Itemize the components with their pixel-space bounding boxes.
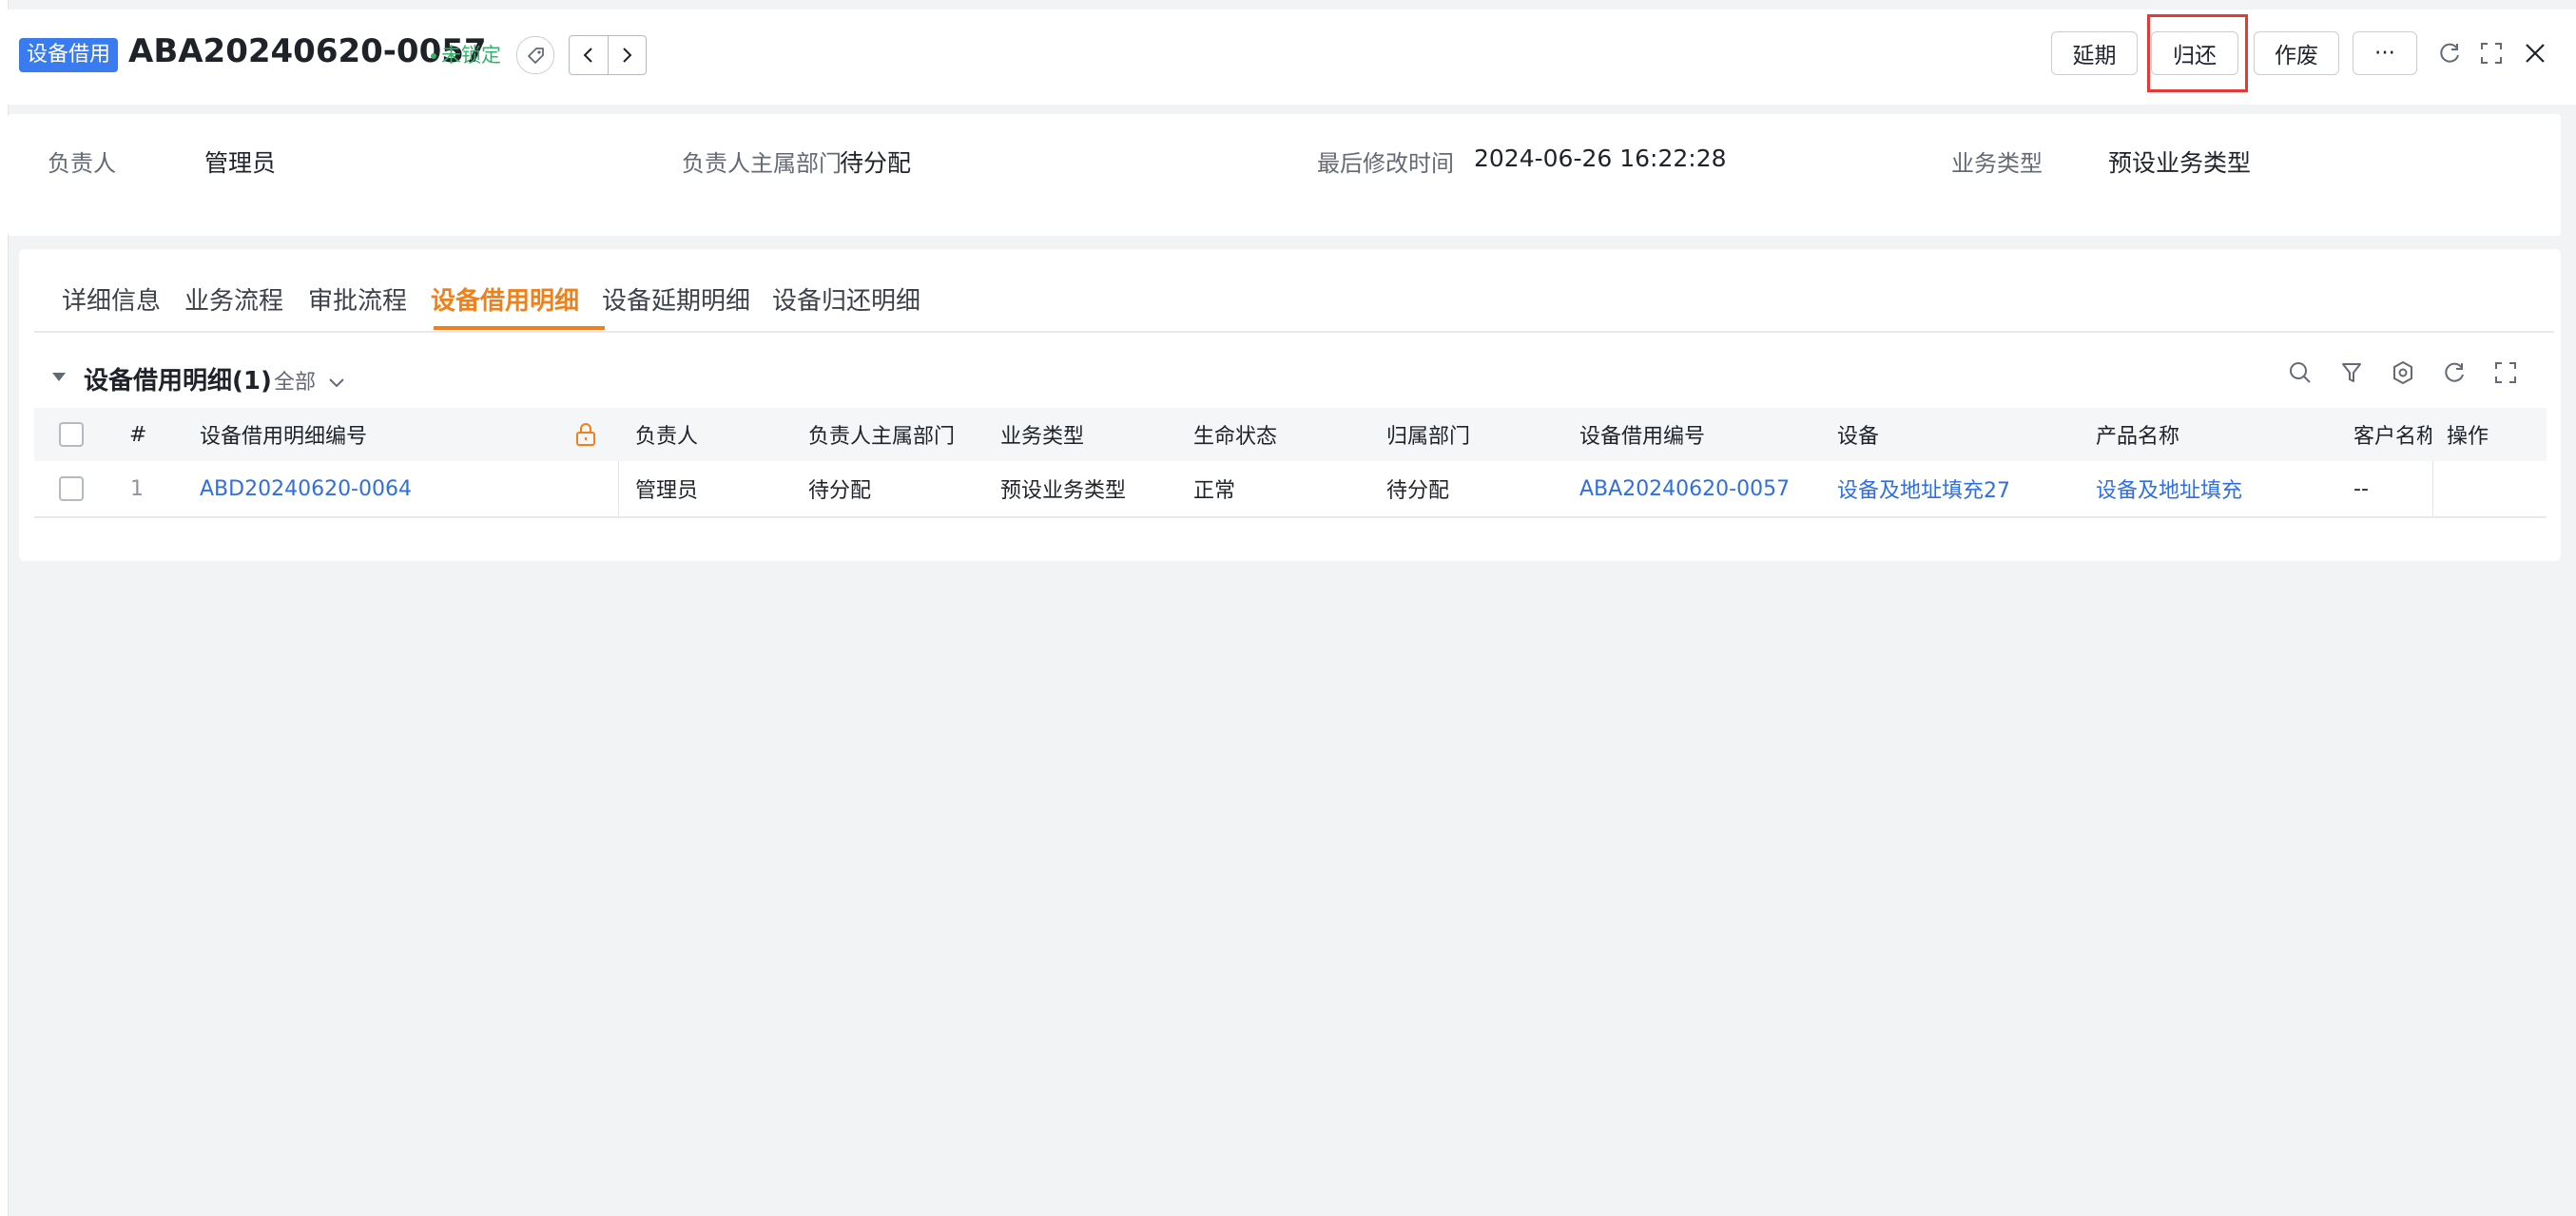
status-dot	[431, 53, 436, 59]
tag-icon	[528, 48, 544, 64]
section-title: 设备借用明细(1)	[84, 367, 272, 396]
col-dept[interactable]: 归属部门	[1386, 408, 1470, 461]
filter-icon[interactable]	[2338, 359, 2365, 386]
modified-time-label: 最后修改时间	[1317, 150, 1454, 177]
device-link[interactable]: 设备及地址填充27	[1837, 461, 2010, 516]
void-button[interactable]: 作废	[2254, 31, 2339, 75]
settings-icon[interactable]	[2390, 359, 2416, 386]
col-device[interactable]: 设备	[1837, 408, 1879, 461]
row-life-status: 正常	[1193, 479, 1236, 503]
tab-extension-details[interactable]: 设备延期明细	[602, 281, 750, 317]
col-detail-no[interactable]: 设备借用明细编号	[200, 408, 367, 461]
row-owner: 管理员	[635, 479, 699, 503]
col-index: #	[129, 422, 147, 447]
tab-return-details[interactable]: 设备归还明细	[772, 281, 920, 317]
row-customer: --	[2353, 476, 2369, 501]
fullscreen-icon[interactable]	[2478, 40, 2505, 67]
col-life-status[interactable]: 生命状态	[1193, 408, 1277, 461]
col-action: 操作	[2447, 425, 2489, 449]
tab-borrow-details[interactable]: 设备借用明细	[431, 281, 579, 317]
expand-icon[interactable]	[2492, 359, 2519, 386]
borrow-no-link[interactable]: ABA20240620-0057	[1579, 461, 1790, 516]
extend-button[interactable]: 延期	[2051, 31, 2138, 75]
frozen-column-divider	[618, 461, 619, 516]
biz-type-value: 预设业务类型	[2108, 149, 2252, 177]
chevron-right-icon	[623, 48, 632, 63]
prev-record-button[interactable]	[570, 36, 608, 74]
detail-panel: 详细信息 业务流程 审批流程 设备借用明细 设备延期明细 设备归还明细 设备借用…	[19, 249, 2561, 561]
tag-button[interactable]	[516, 36, 554, 74]
row-checkbox[interactable]	[59, 461, 84, 516]
select-all-checkbox[interactable]	[59, 408, 84, 461]
row-index: 1	[130, 476, 144, 501]
reload-icon[interactable]	[2441, 359, 2468, 386]
owner-dept-value: 待分配	[840, 149, 912, 177]
scope-filter-label: 全部	[274, 371, 317, 395]
owner-label: 负责人	[48, 150, 116, 177]
next-record-button[interactable]	[607, 36, 647, 74]
lock-status: 未锁定	[431, 40, 501, 68]
tab-details[interactable]: 详细信息	[62, 281, 161, 317]
refresh-icon[interactable]	[2436, 40, 2463, 67]
owner-value: 管理员	[204, 149, 277, 177]
col-biz-type[interactable]: 业务类型	[1000, 408, 1084, 461]
action-column-divider	[2432, 461, 2433, 516]
product-link[interactable]: 设备及地址填充	[2096, 461, 2242, 516]
tab-approval-flow[interactable]: 审批流程	[308, 281, 407, 317]
row-dept: 待分配	[1386, 479, 1450, 503]
more-actions-button[interactable]: ···	[2353, 31, 2417, 75]
detail-no-link[interactable]: ABD20240620-0064	[200, 461, 412, 516]
biz-type-label: 业务类型	[1951, 150, 2043, 177]
chevron-down-icon	[329, 378, 344, 388]
tab-business-flow[interactable]: 业务流程	[184, 281, 283, 317]
col-owner-dept[interactable]: 负责人主属部门	[808, 408, 955, 461]
row-owner-dept: 待分配	[808, 479, 872, 503]
scope-filter-dropdown[interactable]: 全部	[274, 365, 345, 396]
record-nav	[569, 35, 647, 75]
lock-status-label: 未锁定	[441, 44, 501, 67]
table-header: # 设备借用明细编号 负责人 负责人主属部门 业务类型 生命状态 归属部门 设备…	[34, 408, 2547, 461]
return-button-highlight	[2147, 14, 2248, 92]
row-biz-type: 预设业务类型	[1000, 479, 1127, 503]
col-borrow-no[interactable]: 设备借用编号	[1579, 408, 1705, 461]
lock-icon	[574, 408, 597, 461]
object-type-badge: 设备借用	[19, 38, 119, 72]
col-product[interactable]: 产品名称	[2096, 408, 2179, 461]
search-icon[interactable]	[2287, 359, 2314, 386]
collapse-caret-icon[interactable]	[52, 373, 66, 381]
owner-dept-label: 负责人主属部门	[682, 150, 842, 177]
tab-bar: 详细信息 业务流程 审批流程 设备借用明细 设备延期明细 设备归还明细	[34, 249, 2554, 333]
close-icon[interactable]	[2522, 40, 2548, 67]
modified-time-value: 2024-06-26 16:22:28	[1474, 145, 1727, 172]
col-owner[interactable]: 负责人	[635, 408, 698, 461]
chevron-left-icon	[583, 48, 592, 63]
active-tab-indicator	[434, 326, 605, 330]
table-row[interactable]: 1 ABD20240620-0064 管理员 待分配 预设业务类型 正常 待分配…	[34, 461, 2547, 518]
col-customer[interactable]: 客户名称	[2353, 408, 2431, 461]
